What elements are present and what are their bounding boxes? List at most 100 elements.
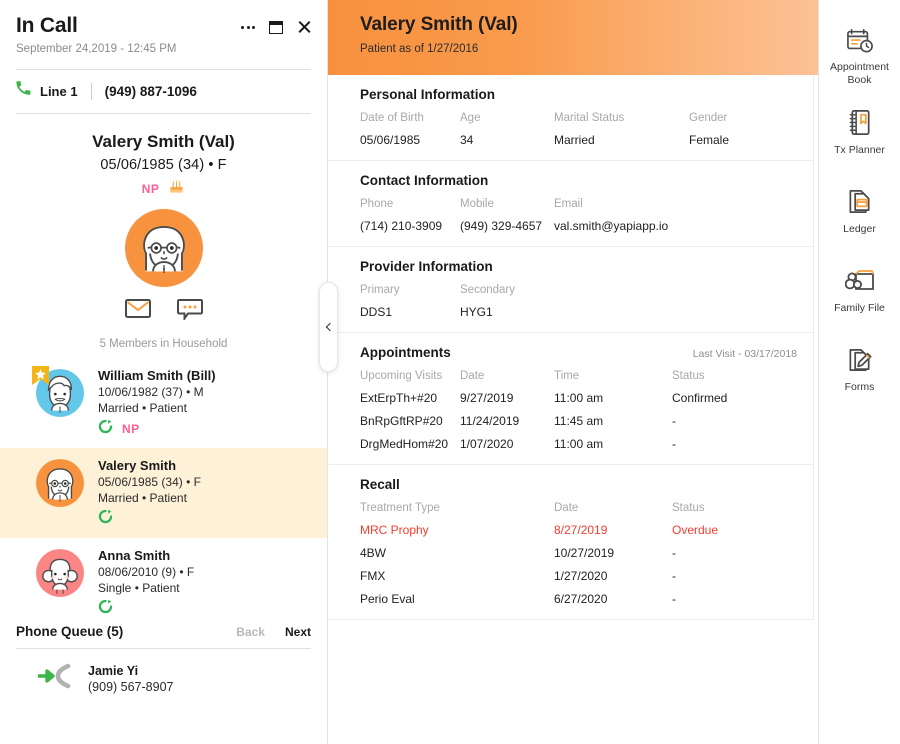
queue-back-button[interactable]: Back bbox=[236, 625, 265, 639]
cell-time: 11:00 am bbox=[554, 437, 604, 451]
status-badge: Overdue bbox=[672, 523, 719, 537]
table-row[interactable]: 4BW 10/27/2019 - bbox=[360, 546, 813, 560]
member-relation: Single • Patient bbox=[98, 581, 180, 595]
divider bbox=[90, 82, 92, 100]
table-row[interactable]: FMX 1/27/2020 - bbox=[360, 569, 813, 583]
cell-visit: ExtErpTh+#20 bbox=[360, 391, 438, 405]
chat-bubble-icon[interactable] bbox=[176, 299, 203, 325]
value-email: val.smith@yapiapp.io bbox=[554, 219, 669, 233]
nav-label: Tx Planner bbox=[834, 144, 885, 156]
phone-handset-icon bbox=[16, 81, 31, 101]
cell-date: 6/27/2020 bbox=[554, 592, 608, 606]
label-marital-status: Marital Status bbox=[554, 112, 625, 124]
nav-item-forms[interactable]: Forms bbox=[819, 334, 900, 413]
patient-since: Patient as of 1/27/2016 bbox=[360, 43, 479, 55]
column-treatment-type: Treatment Type bbox=[360, 502, 440, 514]
member-name: Valery Smith bbox=[98, 458, 177, 473]
star-badge-icon bbox=[31, 365, 50, 393]
calendar-clock-icon bbox=[846, 28, 874, 54]
avatar bbox=[34, 547, 86, 599]
member-relation: Married • Patient bbox=[98, 401, 187, 415]
table-row[interactable]: ExtErpTh+#20 9/27/2019 11:00 am Confirme… bbox=[360, 391, 813, 405]
section-contact-information: Contact Information Phone Mobile Email (… bbox=[328, 161, 813, 247]
list-item[interactable]: William Smith (Bill) 10/06/1982 (37) • M… bbox=[0, 358, 327, 448]
value-gender: Female bbox=[689, 133, 730, 147]
queue-next-button[interactable]: Next bbox=[285, 625, 311, 639]
cell-date: 1/27/2020 bbox=[554, 569, 608, 583]
member-name: Anna Smith bbox=[98, 548, 171, 563]
detail-card: Personal Information Date of Birth Age M… bbox=[328, 75, 814, 620]
label-primary-provider: Primary bbox=[360, 284, 400, 296]
label-gender: Gender bbox=[689, 112, 728, 124]
active-line-row: Line 1 (949) 887-1096 bbox=[0, 70, 327, 101]
household-count: 5 Members in Household bbox=[99, 338, 228, 350]
section-title: Provider Information bbox=[360, 259, 493, 274]
incoming-call-icon bbox=[36, 663, 74, 694]
nav-label: Ledger bbox=[843, 223, 876, 235]
cell-visit: BnRpGftRP#20 bbox=[360, 414, 443, 428]
status-badge: NP bbox=[141, 182, 160, 196]
nav-item-appointment-book[interactable]: Appointment Book bbox=[819, 18, 900, 97]
value-age: 34 bbox=[460, 133, 474, 147]
household-member-list: William Smith (Bill) 10/06/1982 (37) • M… bbox=[0, 358, 327, 628]
label-secondary-provider: Secondary bbox=[460, 284, 515, 296]
recall-icon bbox=[98, 509, 113, 529]
phone-queue-title: Phone Queue (5) bbox=[16, 624, 124, 639]
call-datetime: September 24,2019 - 12:45 PM bbox=[16, 43, 177, 55]
phone-queue: Phone Queue (5) Back Next Jamie Yi (909)… bbox=[0, 616, 327, 744]
queue-caller-phone: (909) 567-8907 bbox=[88, 679, 174, 694]
close-icon[interactable] bbox=[297, 20, 311, 34]
table-row[interactable]: DrgMedHom#20 1/07/2020 11:00 am - bbox=[360, 437, 813, 451]
cell-time: 11:45 am bbox=[554, 414, 604, 428]
avatar bbox=[124, 209, 203, 287]
label-phone: Phone bbox=[360, 198, 394, 210]
chevron-left-icon bbox=[325, 322, 334, 332]
table-row[interactable]: Perio Eval 6/27/2020 - bbox=[360, 592, 813, 606]
value-primary-provider: DDS1 bbox=[360, 305, 393, 319]
nav-item-ledger[interactable]: Ledger bbox=[819, 176, 900, 255]
section-title: Personal Information bbox=[360, 87, 496, 102]
cell-status: - bbox=[672, 592, 676, 606]
label-email: Email bbox=[554, 198, 583, 210]
cell-treatment-type: FMX bbox=[360, 569, 386, 583]
nav-item-family-file[interactable]: Family File bbox=[819, 255, 900, 334]
hero-actions bbox=[0, 299, 327, 325]
nav-label: Forms bbox=[844, 381, 875, 393]
section-provider-information: Provider Information Primary Secondary D… bbox=[328, 247, 813, 333]
section-appointments: Appointments Last Visit - 03/17/2018 Upc… bbox=[328, 333, 813, 465]
maximize-icon[interactable] bbox=[269, 20, 283, 34]
nav-item-tx-planner[interactable]: Tx Planner bbox=[819, 97, 900, 176]
section-recall: Recall Treatment Type Date Status MRC Pr… bbox=[328, 465, 813, 619]
hero-patient-name: Valery Smith (Val) bbox=[92, 132, 235, 151]
column-upcoming-visits: Upcoming Visits bbox=[360, 370, 443, 382]
avatar bbox=[31, 365, 86, 419]
cell-status: Confirmed bbox=[672, 391, 728, 405]
cell-date: 11/24/2019 bbox=[460, 414, 520, 428]
value-date-of-birth: 05/06/1985 bbox=[360, 133, 421, 147]
envelope-icon[interactable] bbox=[124, 299, 151, 325]
cell-visit: DrgMedHom#20 bbox=[360, 437, 449, 451]
call-header: In Call September 24,2019 - 12:45 PM bbox=[0, 0, 327, 55]
table-row[interactable]: BnRpGftRP#20 11/24/2019 11:45 am - bbox=[360, 414, 813, 428]
cell-date: 9/27/2019 bbox=[460, 391, 514, 405]
line-phone-number: (949) 887-1096 bbox=[104, 83, 197, 99]
detail-card-wrap: Personal Information Date of Birth Age M… bbox=[328, 75, 818, 620]
list-item[interactable]: Jamie Yi (909) 567-8907 bbox=[16, 649, 311, 694]
family-folder-icon bbox=[844, 265, 875, 295]
list-item[interactable]: Valery Smith 05/06/1985 (34) • F Married… bbox=[0, 448, 327, 538]
document-pencil-icon bbox=[847, 344, 873, 374]
column-status: Status bbox=[672, 370, 705, 382]
value-secondary-provider: HYG1 bbox=[460, 305, 493, 319]
section-title: Appointments bbox=[360, 345, 451, 360]
cell-status: - bbox=[672, 414, 676, 428]
more-options-icon[interactable] bbox=[241, 19, 255, 35]
table-row[interactable]: MRC Prophy 8/27/2019 Overdue bbox=[360, 523, 813, 537]
table-header-row: Upcoming Visits Date Time Status bbox=[360, 370, 813, 382]
value-mobile: (949) 329-4657 bbox=[460, 219, 543, 233]
last-visit-text: Last Visit - 03/17/2018 bbox=[692, 348, 797, 360]
value-phone: (714) 210-3909 bbox=[360, 219, 443, 233]
list-item[interactable]: Anna Smith 08/06/2010 (9) • F Single • P… bbox=[0, 538, 327, 628]
collapse-panel-button[interactable] bbox=[319, 282, 338, 372]
nav-label: Family File bbox=[834, 302, 885, 314]
member-relation: Married • Patient bbox=[98, 491, 187, 505]
